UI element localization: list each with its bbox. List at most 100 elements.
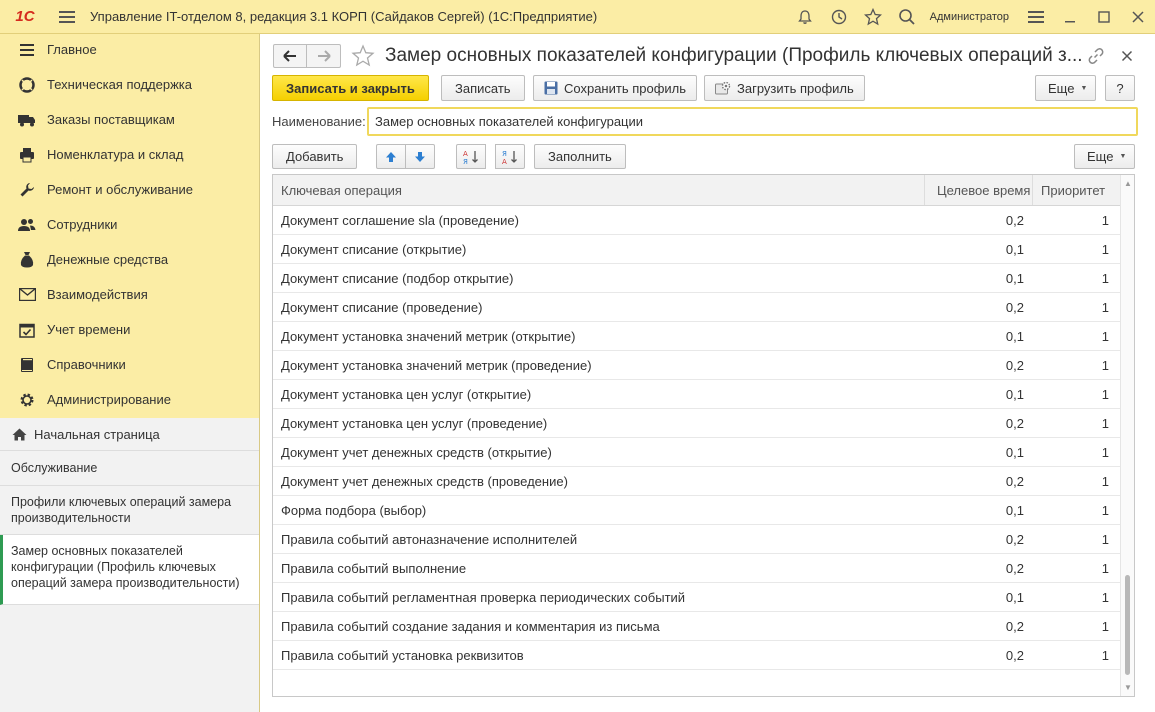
table-row[interactable]: Документ установка значений метрик (откр… [273, 322, 1134, 351]
history-icon[interactable] [822, 0, 856, 34]
table-row[interactable]: Форма подбора (выбор) 0,1 1 [273, 496, 1134, 525]
cell-operation[interactable]: Документ учет денежных средств (открытие… [273, 438, 925, 466]
hamburger-menu-icon[interactable] [50, 0, 84, 34]
cell-operation[interactable]: Документ соглашение sla (проведение) [273, 206, 925, 234]
recent-item-profiles[interactable]: Профили ключевых операций замера произво… [0, 486, 259, 535]
sidebar-item-repair[interactable]: Ремонт и обслуживание [0, 172, 259, 207]
cell-operation[interactable]: Документ списание (открытие) [273, 235, 925, 263]
user-name[interactable]: Администратор [930, 11, 1009, 23]
table-row[interactable]: Документ соглашение sla (проведение) 0,2 1 [273, 206, 1134, 235]
cell-operation[interactable]: Правила событий регламентная проверка пе… [273, 583, 925, 611]
forward-button[interactable] [307, 44, 341, 68]
table-row[interactable]: Правила событий выполнение 0,2 1 [273, 554, 1134, 583]
table-row[interactable]: Правила событий автоназначение исполните… [273, 525, 1134, 554]
cell-target-time[interactable]: 0,2 [925, 206, 1033, 234]
move-up-button[interactable] [376, 144, 406, 169]
cell-target-time[interactable]: 0,1 [925, 438, 1033, 466]
close-window-icon[interactable] [1121, 0, 1155, 34]
help-button[interactable]: ? [1105, 75, 1135, 101]
move-down-button[interactable] [405, 144, 435, 169]
cell-priority[interactable]: 1 [1033, 351, 1118, 379]
cell-priority[interactable]: 1 [1033, 525, 1118, 553]
sidebar-item-references[interactable]: Справочники [0, 347, 259, 382]
maximize-icon[interactable] [1087, 0, 1121, 34]
cell-target-time[interactable]: 0,1 [925, 583, 1033, 611]
cell-operation[interactable]: Документ установка цен услуг (открытие) [273, 380, 925, 408]
key-operations-table[interactable]: Ключевая операция Целевое время Приорите… [272, 174, 1135, 697]
cell-operation[interactable]: Документ установка цен услуг (проведение… [273, 409, 925, 437]
favorite-star-icon[interactable] [351, 44, 375, 68]
cell-operation[interactable]: Документ установка значений метрик (откр… [273, 322, 925, 350]
minimize-icon[interactable] [1053, 0, 1087, 34]
cell-operation[interactable]: Правила событий установка реквизитов [273, 641, 925, 669]
column-header-priority[interactable]: Приоритет [1033, 175, 1118, 205]
scrollbar-thumb[interactable] [1125, 575, 1130, 675]
column-header-operation[interactable]: Ключевая операция [273, 175, 925, 205]
cell-priority[interactable]: 1 [1033, 264, 1118, 292]
column-header-target-time[interactable]: Целевое время [925, 175, 1033, 205]
table-row[interactable]: Документ списание (подбор открытие) 0,1 1 [273, 264, 1134, 293]
load-profile-button[interactable]: Загрузить профиль [704, 75, 865, 101]
cell-operation[interactable]: Правила событий выполнение [273, 554, 925, 582]
search-icon[interactable] [890, 0, 924, 34]
table-row[interactable]: Документ учет денежных средств (открытие… [273, 438, 1134, 467]
bell-icon[interactable] [788, 0, 822, 34]
table-row[interactable]: Документ установка цен услуг (открытие) 0… [273, 380, 1134, 409]
cell-priority[interactable]: 1 [1033, 322, 1118, 350]
sort-descending-button[interactable]: ЯА [495, 144, 525, 169]
cell-operation[interactable]: Форма подбора (выбор) [273, 496, 925, 524]
table-row[interactable]: Документ установка цен услуг (проведение… [273, 409, 1134, 438]
cell-priority[interactable]: 1 [1033, 235, 1118, 263]
cell-target-time[interactable]: 0,2 [925, 467, 1033, 495]
cell-operation[interactable]: Документ списание (подбор открытие) [273, 264, 925, 292]
cell-priority[interactable]: 1 [1033, 496, 1118, 524]
table-row[interactable]: Документ учет денежных средств (проведен… [273, 467, 1134, 496]
cell-target-time[interactable]: 0,2 [925, 409, 1033, 437]
table-row[interactable]: Правила событий создание задания и комме… [273, 612, 1134, 641]
cell-target-time[interactable]: 0,2 [925, 641, 1033, 669]
recent-item-maintenance[interactable]: Обслуживание [0, 451, 259, 486]
cell-target-time[interactable]: 0,2 [925, 293, 1033, 321]
close-form-icon[interactable] [1121, 50, 1133, 62]
sidebar-item-orders[interactable]: Заказы поставщикам [0, 102, 259, 137]
cell-operation[interactable]: Правила событий автоназначение исполните… [273, 525, 925, 553]
add-button[interactable]: Добавить [272, 144, 358, 169]
name-field[interactable] [367, 107, 1138, 136]
cell-priority[interactable]: 1 [1033, 612, 1118, 640]
vertical-scrollbar[interactable]: ▲ ▼ [1120, 175, 1134, 696]
table-row[interactable]: Документ списание (проведение) 0,2 1 [273, 293, 1134, 322]
cell-priority[interactable]: 1 [1033, 583, 1118, 611]
cell-target-time[interactable]: 0,1 [925, 264, 1033, 292]
recent-item-current-form[interactable]: Замер основных показателей конфигурации … [0, 535, 259, 605]
table-row[interactable]: Документ списание (открытие) 0,1 1 [273, 235, 1134, 264]
sidebar-item-administration[interactable]: Администрирование [0, 382, 259, 417]
more-menu-button[interactable]: Еще ▼ [1035, 75, 1097, 101]
cell-target-time[interactable]: 0,1 [925, 235, 1033, 263]
sidebar-item-employees[interactable]: Сотрудники [0, 207, 259, 242]
home-page-link[interactable]: Начальная страница [0, 418, 259, 451]
sort-ascending-button[interactable]: АЯ [456, 144, 486, 169]
cell-target-time[interactable]: 0,2 [925, 554, 1033, 582]
cell-target-time[interactable]: 0,2 [925, 351, 1033, 379]
cell-priority[interactable]: 1 [1033, 293, 1118, 321]
cell-operation[interactable]: Правила событий создание задания и комме… [273, 612, 925, 640]
save-button[interactable]: Записать [441, 75, 525, 101]
favorites-star-icon[interactable] [856, 0, 890, 34]
table-more-button[interactable]: Еще ▼ [1074, 144, 1136, 169]
sidebar-item-support[interactable]: Техническая поддержка [0, 67, 259, 102]
scroll-down-icon[interactable]: ▼ [1124, 683, 1132, 692]
cell-operation[interactable]: Документ установка значений метрик (пров… [273, 351, 925, 379]
cell-priority[interactable]: 1 [1033, 641, 1118, 669]
sidebar-item-interactions[interactable]: Взаимодействия [0, 277, 259, 312]
sidebar-item-nomenclature[interactable]: Номенклатура и склад [0, 137, 259, 172]
cell-priority[interactable]: 1 [1033, 206, 1118, 234]
cell-target-time[interactable]: 0,2 [925, 525, 1033, 553]
save-profile-button[interactable]: Сохранить профиль [533, 75, 698, 101]
table-row[interactable]: Правила событий регламентная проверка пе… [273, 583, 1134, 612]
sidebar-item-time[interactable]: Учет времени [0, 312, 259, 347]
cell-operation[interactable]: Документ учет денежных средств (проведен… [273, 467, 925, 495]
table-row[interactable]: Правила событий установка реквизитов 0,2 1 [273, 641, 1134, 670]
cell-priority[interactable]: 1 [1033, 380, 1118, 408]
settings-menu-icon[interactable] [1019, 0, 1053, 34]
sidebar-item-main[interactable]: Главное [0, 32, 259, 67]
